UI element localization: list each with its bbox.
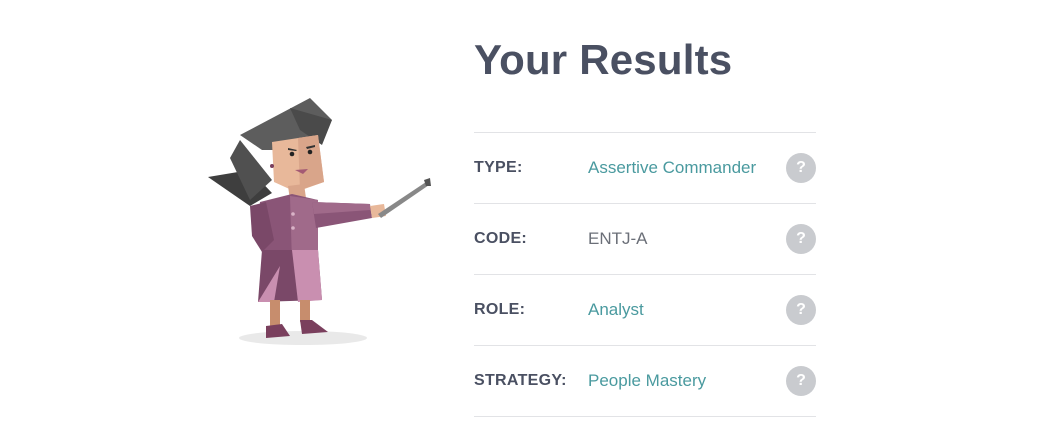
code-value: ENTJ-A xyxy=(588,229,648,248)
role-label: ROLE: xyxy=(474,301,526,318)
page-title: Your Results xyxy=(474,36,733,83)
role-value-link[interactable]: Analyst xyxy=(588,300,786,320)
results-panel: Your Results TYPE: Assertive Commander ?… xyxy=(474,30,816,417)
strategy-value-link[interactable]: People Mastery xyxy=(588,371,786,391)
code-label: CODE: xyxy=(474,230,528,247)
role-help-question-icon[interactable]: ? xyxy=(786,295,816,325)
strategy-help-question-icon[interactable]: ? xyxy=(786,366,816,396)
results-table: TYPE: Assertive Commander ? CODE: ENTJ-A… xyxy=(474,132,816,417)
type-help-question-icon[interactable]: ? xyxy=(786,153,816,183)
type-value-link[interactable]: Assertive Commander xyxy=(588,158,786,178)
strategy-label: STRATEGY: xyxy=(474,372,567,389)
code-help-question-icon[interactable]: ? xyxy=(786,224,816,254)
commander-character-illustration xyxy=(200,90,440,360)
result-row-type: TYPE: Assertive Commander ? xyxy=(474,133,816,204)
results-page: Your Results TYPE: Assertive Commander ?… xyxy=(0,0,1051,424)
type-label: TYPE: xyxy=(474,159,523,176)
commander-figure-icon xyxy=(208,98,431,345)
result-row-code: CODE: ENTJ-A ? xyxy=(474,204,816,275)
result-row-strategy: STRATEGY: People Mastery ? xyxy=(474,346,816,417)
result-row-role: ROLE: Analyst ? xyxy=(474,275,816,346)
